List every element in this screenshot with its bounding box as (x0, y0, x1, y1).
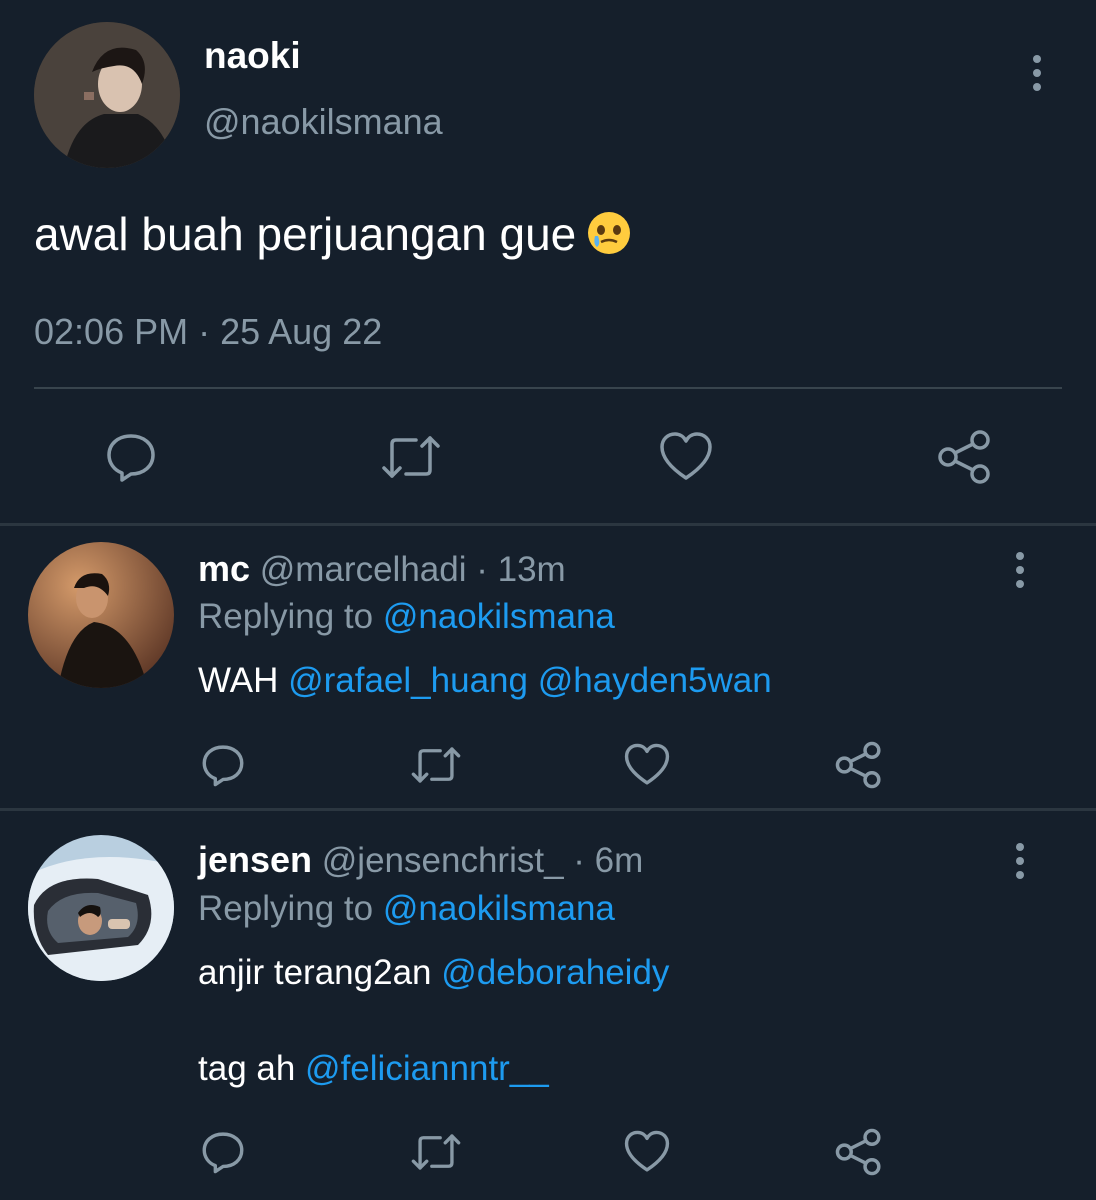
reply-text-line: tag ah @feliciannntr__ (198, 1048, 549, 1090)
display-name[interactable]: naoki (204, 34, 301, 78)
avatar[interactable] (28, 542, 174, 688)
replying-to-label: Replying to (198, 597, 374, 636)
more-options-icon[interactable] (1027, 55, 1047, 91)
reply-header: mc @marcelhadi · 13m (198, 548, 566, 591)
retweet-icon[interactable] (410, 1129, 462, 1175)
mention-link[interactable]: @rafael_huang (288, 661, 528, 700)
retweet-icon[interactable] (410, 742, 462, 788)
share-icon[interactable] (834, 1127, 884, 1177)
replying-to: Replying to @naokilsmana (198, 596, 615, 638)
avatar[interactable] (28, 835, 174, 981)
tweet-timestamp: 02:06 PM · 25 Aug 22 (34, 311, 383, 352)
share-icon[interactable] (834, 740, 884, 790)
display-name[interactable]: jensen (198, 839, 312, 880)
share-icon[interactable] (936, 428, 994, 486)
reply-icon[interactable] (104, 430, 158, 484)
divider (34, 387, 1062, 389)
like-icon[interactable] (623, 742, 671, 788)
reply-icon[interactable] (200, 1129, 246, 1175)
mention-link[interactable]: @deboraheidy (441, 953, 669, 992)
reply-tweet[interactable]: mc @marcelhadi · 13m Replying to @naokil… (0, 526, 1096, 810)
more-options-icon[interactable] (1010, 552, 1030, 588)
like-icon[interactable] (658, 430, 714, 484)
replying-to-handle[interactable]: @naokilsmana (383, 889, 615, 928)
reply-tweet[interactable]: jensen @jensenchrist_ · 6m Replying to @… (0, 811, 1096, 1200)
like-icon[interactable] (623, 1129, 671, 1175)
user-handle[interactable]: @marcelhadi (260, 550, 467, 589)
face-holding-back-tears-emoji (586, 210, 632, 268)
display-name[interactable]: mc (198, 548, 250, 589)
reply-text: WAH @rafael_huang @hayden5wan (198, 660, 772, 702)
replying-to-label: Replying to (198, 889, 374, 928)
reply-time: · 6m (573, 841, 644, 880)
reply-time: · 13m (476, 550, 566, 589)
reply-text-content: anjir terang2an (198, 953, 432, 992)
reply-text-content: WAH (198, 661, 279, 700)
main-tweet: naoki @naokilsmana awal buah perjuangan … (0, 0, 1096, 525)
replying-to: Replying to @naokilsmana (198, 888, 615, 930)
tweet-text-content: awal buah perjuangan gue (34, 208, 577, 260)
more-options-icon[interactable] (1010, 843, 1030, 879)
retweet-icon[interactable] (380, 430, 442, 484)
tweet-text: awal buah perjuangan gue (34, 206, 632, 268)
mention-link[interactable]: @feliciannntr__ (305, 1049, 549, 1088)
avatar[interactable] (34, 22, 180, 168)
mention-link[interactable]: @hayden5wan (538, 661, 772, 700)
reply-text-line: anjir terang2an @deboraheidy (198, 952, 669, 994)
replying-to-handle[interactable]: @naokilsmana (383, 597, 615, 636)
user-handle[interactable]: @naokilsmana (204, 100, 443, 144)
reply-text-content: tag ah (198, 1049, 296, 1088)
reply-icon[interactable] (200, 742, 246, 788)
user-handle[interactable]: @jensenchrist_ (322, 841, 564, 880)
reply-header: jensen @jensenchrist_ · 6m (198, 839, 643, 882)
